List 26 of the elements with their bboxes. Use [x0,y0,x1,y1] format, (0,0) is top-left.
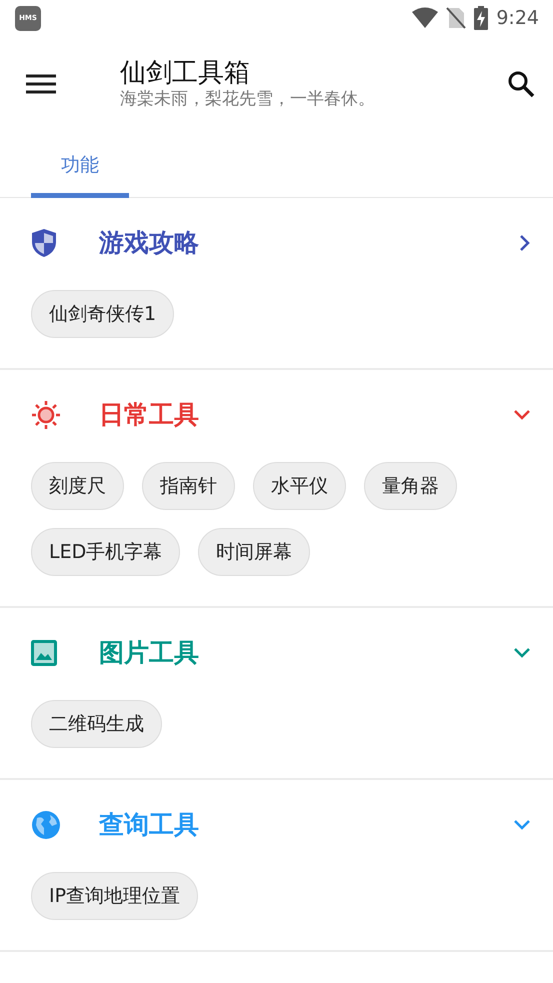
section-title: 日常工具 [99,399,199,432]
chevron-right-icon[interactable] [519,234,531,252]
tool-chip[interactable]: 指南针 [142,462,235,510]
tool-chip[interactable]: 量角器 [364,462,457,510]
chevron-down-icon[interactable] [513,819,531,831]
app-title: 仙剑工具箱 [120,58,251,90]
tool-chip[interactable]: LED手机字幕 [31,528,180,576]
tab[interactable]: 功能 [31,132,129,198]
tool-chip[interactable]: 水平仪 [253,462,346,510]
battery-icon [474,6,488,30]
wifi-icon [412,7,438,29]
tool-chip[interactable]: 二维码生成 [31,700,162,748]
section-title: 图片工具 [99,637,199,670]
chevron-down-icon[interactable] [513,409,531,421]
tool-chip[interactable]: 仙剑奇侠传1 [31,290,174,338]
menu-icon[interactable] [26,74,56,94]
section-title: 游戏攻略 [99,227,199,260]
search-icon[interactable] [507,70,535,98]
chevron-down-icon[interactable] [513,647,531,659]
tool-chip[interactable]: IP查询地理位置 [31,872,198,920]
clock-time: 9:24 [496,6,539,31]
no-sim-icon [446,7,466,29]
section-title: 查询工具 [99,809,199,842]
app-subtitle: 海棠未雨，梨花先雪，一半春休。 [120,89,375,110]
tool-chip[interactable]: 刻度尺 [31,462,124,510]
tool-chip[interactable]: 时间屏幕 [198,528,310,576]
